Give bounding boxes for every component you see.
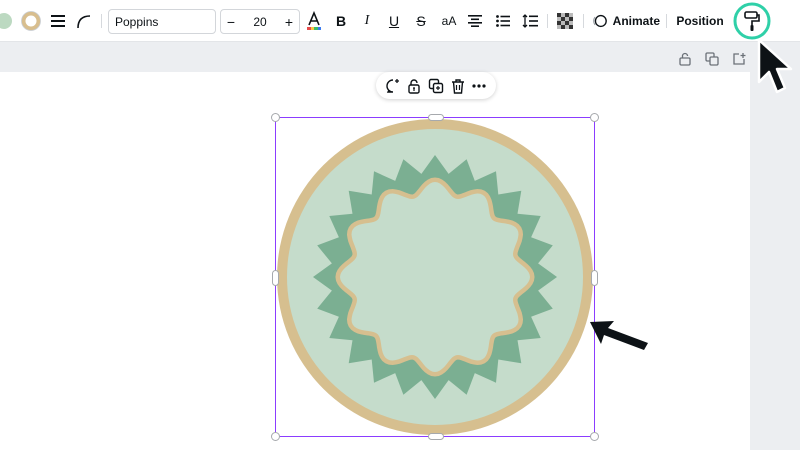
more-dots-icon xyxy=(472,83,486,88)
toolbar-divider xyxy=(583,14,584,28)
toolbar-divider xyxy=(547,14,548,28)
resize-handle-bottom[interactable] xyxy=(428,433,444,440)
font-size-control: − 20 + xyxy=(220,9,300,34)
align-center-icon xyxy=(468,15,482,27)
element-context-toolbar xyxy=(376,72,496,99)
trash-icon xyxy=(451,78,464,94)
resize-handle-top-right[interactable] xyxy=(590,113,599,122)
resize-handle-right[interactable] xyxy=(591,270,598,286)
underline-button[interactable]: U xyxy=(385,0,403,42)
top-toolbar: Poppins − 20 + B I U S aA Animate Positi… xyxy=(0,0,800,42)
resize-handle-top-left[interactable] xyxy=(271,113,280,122)
font-size-increase-button[interactable]: + xyxy=(279,10,299,33)
border-style-icon[interactable] xyxy=(48,0,68,42)
duplicate-button[interactable] xyxy=(427,77,445,95)
pointer-arrow-icon xyxy=(590,321,648,350)
resize-handle-bottom-left[interactable] xyxy=(271,432,280,441)
border-color-swatch[interactable] xyxy=(20,0,42,42)
bold-button[interactable]: B xyxy=(332,0,350,42)
lock-icon xyxy=(408,78,421,94)
corner-rounding-icon[interactable] xyxy=(74,0,94,42)
bullet-list-icon xyxy=(496,15,510,27)
duplicate-icon xyxy=(428,78,444,93)
delete-button[interactable] xyxy=(449,77,467,95)
canvas-scroll-area xyxy=(750,72,800,450)
add-comment-icon xyxy=(386,78,399,93)
list-button[interactable] xyxy=(494,0,512,42)
toolbar-divider xyxy=(666,14,667,28)
animate-button[interactable]: Animate xyxy=(592,0,660,42)
font-family-value: Poppins xyxy=(115,14,159,29)
mouse-cursor-icon xyxy=(757,38,793,94)
strikethrough-button[interactable]: S xyxy=(412,0,430,42)
duplicate-page-icon[interactable] xyxy=(705,52,719,66)
selection-box xyxy=(271,113,599,441)
lock-button[interactable] xyxy=(405,77,423,95)
letter-case-button[interactable]: aA xyxy=(438,0,460,42)
transparency-icon xyxy=(557,13,573,29)
fill-color-swatch[interactable] xyxy=(0,0,16,42)
position-button[interactable]: Position xyxy=(674,0,726,42)
text-color-button[interactable] xyxy=(304,0,324,42)
copy-style-button[interactable] xyxy=(732,0,772,42)
add-page-icon[interactable] xyxy=(732,52,746,66)
text-color-icon xyxy=(307,11,321,30)
resize-handle-left[interactable] xyxy=(272,270,279,286)
font-size-input[interactable]: 20 xyxy=(241,10,279,33)
animate-icon xyxy=(593,14,607,28)
lock-page-icon[interactable] xyxy=(678,52,692,66)
comment-button[interactable] xyxy=(384,77,402,95)
italic-button[interactable]: I xyxy=(358,0,376,42)
resize-handle-bottom-right[interactable] xyxy=(590,432,599,441)
font-size-decrease-button[interactable]: − xyxy=(221,10,241,33)
paint-roller-icon xyxy=(733,2,771,40)
spacing-button[interactable] xyxy=(521,0,539,42)
resize-handle-top[interactable] xyxy=(428,114,444,121)
text-align-button[interactable] xyxy=(466,0,484,42)
toolbar-divider xyxy=(101,14,102,28)
transparency-button[interactable] xyxy=(555,0,575,42)
more-options-button[interactable] xyxy=(470,77,488,95)
font-family-dropdown[interactable]: Poppins xyxy=(108,9,216,34)
animate-label: Animate xyxy=(612,14,660,28)
line-spacing-icon xyxy=(522,14,538,28)
